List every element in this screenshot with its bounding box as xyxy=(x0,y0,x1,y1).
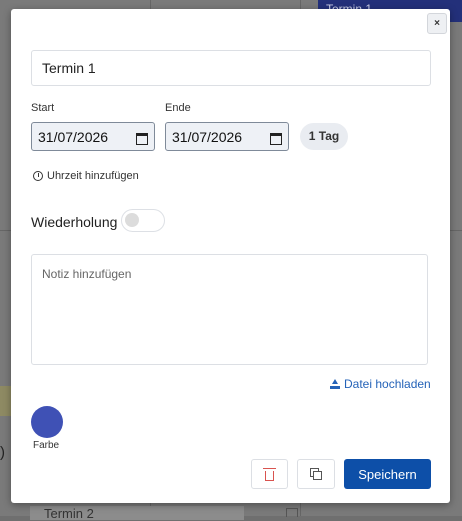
duplicate-button[interactable] xyxy=(297,459,335,489)
event-dialog: × Start 31/07/2026 Ende 31/07/2026 1 Tag… xyxy=(11,9,450,503)
start-date-input[interactable]: 31/07/2026 xyxy=(31,122,155,151)
add-time-label: Uhrzeit hinzufügen xyxy=(47,170,139,182)
calendar-icon[interactable] xyxy=(136,131,148,145)
start-date-value: 31/07/2026 xyxy=(38,128,109,145)
delete-button[interactable] xyxy=(251,459,288,489)
copy-icon xyxy=(310,468,322,480)
end-label: Ende xyxy=(165,102,191,114)
calendar-icon[interactable] xyxy=(270,131,282,145)
upload-label: Datei hochladen xyxy=(344,377,431,391)
close-icon: × xyxy=(434,18,440,29)
end-date-value: 31/07/2026 xyxy=(172,128,243,145)
note-textarea[interactable]: Notiz hinzufügen xyxy=(31,254,428,365)
upload-file-link[interactable]: Datei hochladen xyxy=(330,377,431,391)
upload-icon xyxy=(330,379,340,389)
calendar-fragment-text: ) xyxy=(0,444,5,461)
save-button[interactable]: Speichern xyxy=(344,459,431,489)
start-label: Start xyxy=(31,102,55,114)
calendar-highlight xyxy=(0,386,11,416)
trash-icon xyxy=(263,467,276,481)
title-input[interactable] xyxy=(31,50,431,86)
close-button[interactable]: × xyxy=(427,13,447,34)
clock-icon xyxy=(33,171,43,181)
color-label: Farbe xyxy=(33,440,60,451)
add-time-link[interactable]: Uhrzeit hinzufügen xyxy=(33,170,139,182)
end-date-input[interactable]: 31/07/2026 xyxy=(165,122,289,151)
repeat-label: Wiederholung xyxy=(31,214,118,230)
toggle-knob xyxy=(125,213,139,227)
repeat-toggle[interactable] xyxy=(121,209,165,232)
note-placeholder: Notiz hinzufügen xyxy=(42,267,132,281)
color-swatch[interactable] xyxy=(31,406,63,438)
duration-badge: 1 Tag xyxy=(300,123,348,150)
calendar-event-termin-2[interactable]: Termin 2 xyxy=(30,506,244,521)
